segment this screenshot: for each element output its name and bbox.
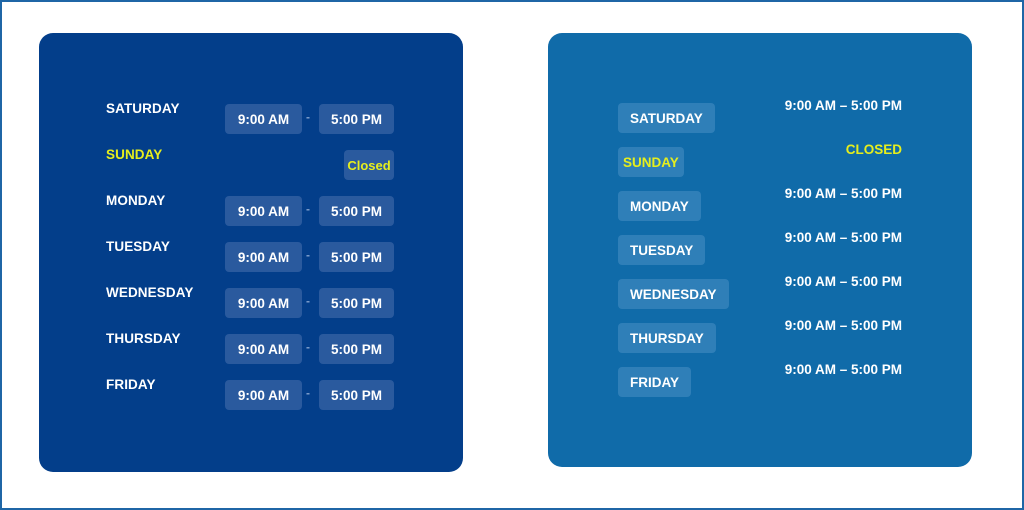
close-time: 5:00 PM [319, 242, 394, 272]
day-badge: SUNDAY [618, 147, 684, 177]
hours-text: 9:00 AM – 5:00 PM [784, 318, 902, 333]
day-label: FRIDAY [106, 377, 156, 392]
day-badge: WEDNESDAY [618, 279, 729, 309]
open-time: 9:00 AM [225, 104, 302, 134]
time-separator: - [306, 202, 310, 216]
day-label: TUESDAY [106, 239, 170, 254]
day-label: SUNDAY [106, 147, 163, 162]
hours-row-thursday: THURSDAY 9:00 AM – 5:00 PM [618, 318, 908, 355]
close-time: 5:00 PM [319, 104, 394, 134]
hours-row-saturday: SATURDAY 9:00 AM - 5:00 PM [106, 100, 396, 134]
time-separator: - [306, 110, 310, 124]
open-time: 9:00 AM [225, 288, 302, 318]
hours-row-monday: MONDAY 9:00 AM – 5:00 PM [618, 186, 908, 223]
hours-row-sunday: SUNDAY Closed [106, 146, 396, 180]
hours-text: 9:00 AM – 5:00 PM [784, 362, 902, 377]
time-separator: - [306, 340, 310, 354]
day-badge: FRIDAY [618, 367, 692, 397]
hours-row-wednesday: WEDNESDAY 9:00 AM - 5:00 PM [106, 284, 396, 318]
hours-text: 9:00 AM – 5:00 PM [784, 186, 902, 201]
day-label: MONDAY [106, 193, 166, 208]
day-label: THURSDAY [106, 331, 181, 346]
close-time: 5:00 PM [319, 334, 394, 364]
open-time: 9:00 AM [225, 334, 302, 364]
hours-row-sunday: SUNDAY CLOSED [618, 142, 908, 179]
open-time: 9:00 AM [225, 242, 302, 272]
close-time: 5:00 PM [319, 196, 394, 226]
hours-row-monday: MONDAY 9:00 AM - 5:00 PM [106, 192, 396, 226]
hours-row-wednesday: WEDNESDAY 9:00 AM – 5:00 PM [618, 274, 908, 311]
day-label: SATURDAY [106, 101, 180, 116]
hours-text: 9:00 AM – 5:00 PM [784, 98, 902, 113]
hours-row-tuesday: TUESDAY 9:00 AM – 5:00 PM [618, 230, 908, 267]
open-time: 9:00 AM [225, 196, 302, 226]
hours-row-friday: FRIDAY 9:00 AM - 5:00 PM [106, 376, 396, 410]
hours-row-saturday: SATURDAY 9:00 AM – 5:00 PM [618, 98, 908, 135]
day-badge: MONDAY [618, 191, 701, 221]
day-badge: SATURDAY [618, 103, 715, 133]
day-badge: TUESDAY [618, 235, 706, 265]
hours-row-thursday: THURSDAY 9:00 AM - 5:00 PM [106, 330, 396, 364]
close-time: 5:00 PM [319, 380, 394, 410]
open-time: 9:00 AM [225, 380, 302, 410]
close-time: 5:00 PM [319, 288, 394, 318]
opening-hours-card-dark: SATURDAY 9:00 AM - 5:00 PM SUNDAY Closed… [39, 33, 463, 472]
closed-text: CLOSED [845, 142, 902, 157]
hours-text: 9:00 AM – 5:00 PM [784, 274, 902, 289]
time-separator: - [306, 294, 310, 308]
day-label: WEDNESDAY [106, 285, 194, 300]
hours-row-friday: FRIDAY 9:00 AM – 5:00 PM [618, 362, 908, 399]
hours-text: 9:00 AM – 5:00 PM [784, 230, 902, 245]
hours-row-tuesday: TUESDAY 9:00 AM - 5:00 PM [106, 238, 396, 272]
time-separator: - [306, 248, 310, 262]
opening-hours-card-light: SATURDAY 9:00 AM – 5:00 PM SUNDAY CLOSED… [548, 33, 972, 467]
time-separator: - [306, 386, 310, 400]
day-badge: THURSDAY [618, 323, 716, 353]
closed-badge: Closed [344, 150, 394, 180]
